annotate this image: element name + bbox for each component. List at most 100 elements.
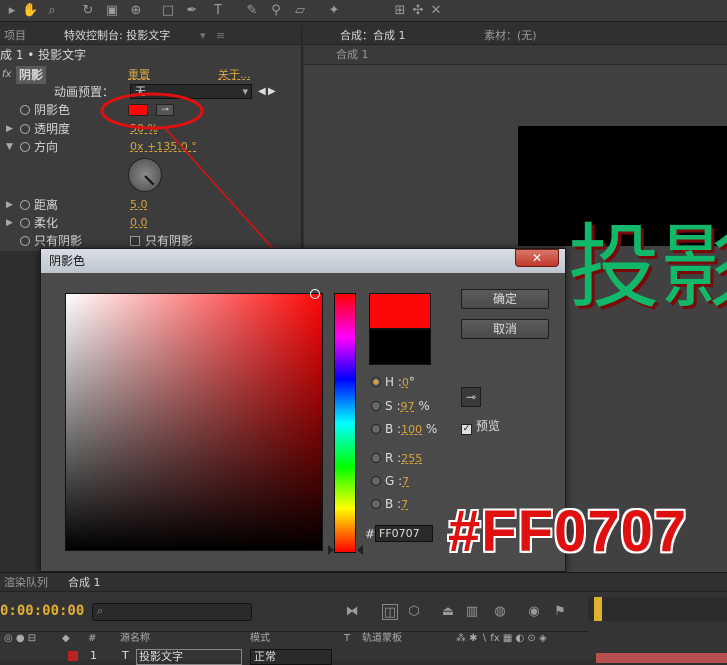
field-s-value[interactable]: 97: [400, 400, 414, 413]
tab-render-queue[interactable]: 渲染队列: [0, 575, 52, 591]
expand-triangle-icon[interactable]: ▶: [6, 214, 13, 232]
comp-breadcrumb[interactable]: 合成 1: [304, 45, 727, 65]
tab-project[interactable]: 项目: [0, 28, 30, 44]
field-row-r[interactable]: R :255: [371, 449, 422, 467]
motion-blur-icon[interactable]: ◍: [492, 604, 508, 620]
radio-h[interactable]: [371, 377, 381, 387]
camera-tool-icon[interactable]: ▣: [104, 3, 120, 19]
eyedropper-icon[interactable]: ⊸: [156, 104, 174, 116]
prop-softness-value[interactable]: 0.0: [130, 214, 148, 232]
shy-layers-icon[interactable]: ⏏: [440, 604, 456, 620]
stopwatch-icon[interactable]: [20, 142, 30, 152]
color-picker-cursor[interactable]: [310, 289, 320, 299]
puppet-tool-icon[interactable]: ✦: [326, 3, 342, 19]
zoom-tool-icon[interactable]: ⌕: [44, 3, 60, 19]
stopwatch-icon[interactable]: [20, 200, 30, 210]
preset-prev-icon[interactable]: ◀: [258, 83, 266, 101]
expand-triangle-icon[interactable]: ▶: [6, 196, 13, 214]
expand-triangle-icon[interactable]: ▶: [6, 120, 13, 138]
ok-button[interactable]: 确定: [461, 289, 549, 309]
fx-icon[interactable]: fx: [2, 66, 11, 84]
radio-r[interactable]: [371, 453, 381, 463]
composition-viewer[interactable]: 投影: [518, 126, 727, 318]
stopwatch-icon[interactable]: [20, 105, 30, 115]
effect-name[interactable]: 阴影: [16, 66, 47, 84]
table-row[interactable]: 1 T 投影文字 正常: [0, 649, 727, 665]
prop-opacity-value[interactable]: 50 %: [130, 120, 158, 138]
timecode[interactable]: 0:00:00:00: [0, 603, 84, 619]
reset-link[interactable]: 重置: [128, 66, 150, 84]
axis-mode-icon[interactable]: ⊞: [392, 3, 408, 19]
radio-b[interactable]: [371, 424, 381, 434]
text-tool-icon[interactable]: T: [210, 3, 226, 19]
field-b-value[interactable]: 100: [401, 423, 422, 436]
prop-distance-value[interactable]: 5.0: [130, 196, 148, 214]
panel-menu-icon[interactable]: ≡: [212, 28, 229, 44]
rotate-tool-icon[interactable]: ↻: [80, 3, 96, 19]
draft-3d-icon[interactable]: ⬡: [406, 604, 422, 620]
tab-footage[interactable]: 素材：(无): [480, 28, 541, 44]
comp-mini-flow-icon[interactable]: ⧓: [344, 604, 360, 620]
tab-effect-controls[interactable]: 特效控制台: 投影文字: [60, 28, 174, 44]
frame-blending-icon[interactable]: ▥: [464, 604, 480, 620]
saturation-brightness-field[interactable]: [65, 289, 323, 551]
timeline-search-input[interactable]: ⌕: [92, 603, 252, 621]
preset-next-icon[interactable]: ▶: [268, 83, 276, 101]
hand-tool-icon[interactable]: ✋: [22, 3, 38, 19]
preview-checkbox-row[interactable]: ✓ 预览: [461, 417, 500, 435]
old-color-swatch[interactable]: [369, 329, 431, 365]
prop-direction-value[interactable]: 0x +135.0 °: [130, 138, 197, 156]
field-row-s[interactable]: S :97 %: [371, 397, 430, 415]
world-axis-icon[interactable]: ✣: [410, 3, 426, 19]
collapse-triangle-icon[interactable]: ▼: [6, 138, 13, 156]
cancel-button[interactable]: 取消: [461, 319, 549, 339]
field-row-h[interactable]: H :0°: [371, 373, 415, 391]
hue-slider-handle-left[interactable]: [328, 545, 334, 555]
preset-select[interactable]: 无 ▾: [130, 84, 252, 99]
eraser-tool-icon[interactable]: ▱: [292, 3, 308, 19]
preview-checkbox[interactable]: ✓: [461, 424, 472, 435]
current-time-indicator[interactable]: [594, 597, 602, 621]
hex-input[interactable]: FF0707: [375, 525, 433, 542]
radio-g[interactable]: [371, 476, 381, 486]
live-update-icon[interactable]: ◫: [382, 604, 398, 620]
direction-dial[interactable]: [128, 158, 162, 192]
tab-composition[interactable]: 合成：合成 1: [336, 28, 410, 44]
field-g-value[interactable]: 7: [402, 475, 409, 488]
brush-tool-icon[interactable]: ✎: [244, 3, 260, 19]
dialog-title: 阴影色: [41, 249, 565, 273]
radio-s[interactable]: [371, 401, 381, 411]
layer-duration-bar[interactable]: [596, 653, 727, 663]
field-row-b2[interactable]: B :7: [371, 495, 408, 513]
col-source-name[interactable]: 源名称: [120, 632, 150, 646]
stopwatch-icon[interactable]: [20, 218, 30, 228]
view-axis-icon[interactable]: ✕: [428, 3, 444, 19]
close-button[interactable]: ✕: [515, 249, 559, 267]
tab-comp-timeline[interactable]: 合成 1: [64, 575, 105, 591]
field-row-b[interactable]: B :100 %: [371, 420, 437, 438]
eyedropper-button[interactable]: ⊸: [461, 387, 481, 407]
rect-mask-tool-icon[interactable]: □: [160, 3, 176, 19]
hue-slider[interactable]: [334, 293, 356, 553]
pan-behind-tool-icon[interactable]: ⊕: [128, 3, 144, 19]
about-link[interactable]: 关于...: [218, 66, 251, 84]
arrow-tool-icon[interactable]: ▸: [4, 3, 20, 19]
pen-tool-icon[interactable]: ✒: [184, 3, 200, 19]
layer-name[interactable]: 投影文字: [136, 649, 242, 665]
stopwatch-icon[interactable]: [20, 236, 30, 246]
field-row-g[interactable]: G :7: [371, 472, 409, 490]
stopwatch-icon[interactable]: [20, 124, 30, 134]
clone-stamp-tool-icon[interactable]: ⚲: [268, 3, 284, 19]
brainstorm-icon[interactable]: ⚑: [552, 604, 568, 620]
hue-slider-handle-right[interactable]: [357, 545, 363, 555]
field-h-value[interactable]: 0: [402, 376, 409, 389]
shadow-only-checkbox[interactable]: [130, 236, 140, 246]
field-b2-value[interactable]: 7: [401, 498, 408, 511]
field-r-value[interactable]: 255: [401, 452, 422, 465]
radio-b2[interactable]: [371, 499, 381, 509]
graph-editor-icon[interactable]: ◉: [526, 604, 542, 620]
layer-mode-select[interactable]: 正常: [250, 649, 332, 665]
tab-menu-icon[interactable]: ▾: [196, 28, 210, 44]
time-ruler[interactable]: [588, 597, 727, 621]
shadow-color-swatch[interactable]: [128, 104, 148, 116]
